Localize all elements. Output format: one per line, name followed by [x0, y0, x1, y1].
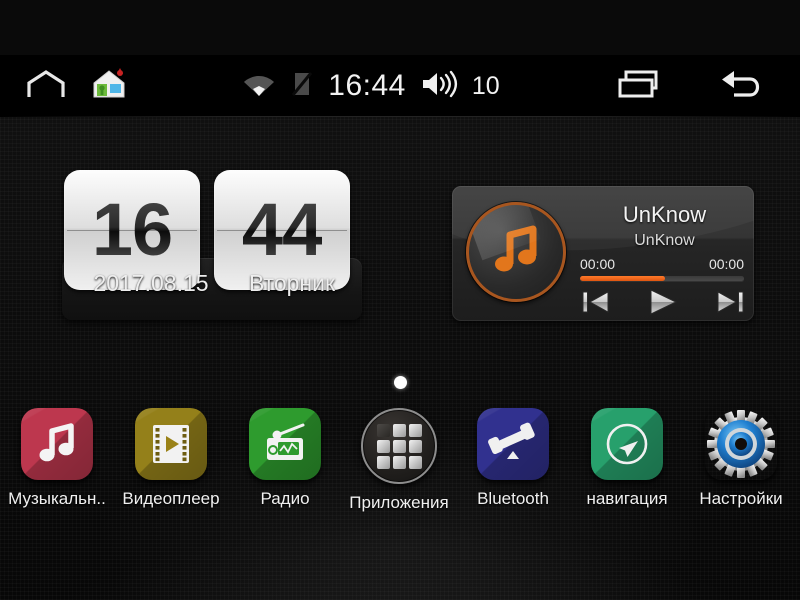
track-artist: UnKnow [634, 232, 695, 249]
track-title: UnKnow [622, 202, 707, 227]
app-label: навигация [586, 489, 668, 508]
clock-hours: 16 [91, 188, 173, 271]
app-navigation[interactable]: навигация [570, 408, 684, 509]
grid-cell [392, 439, 406, 453]
page-indicator [0, 376, 800, 389]
app-label: Видеоплеер [122, 489, 220, 508]
app-label: Настройки [699, 489, 783, 508]
settings-gear-icon[interactable] [705, 408, 777, 480]
back-icon[interactable] [714, 67, 766, 106]
clock-date: 2017.08.15 [93, 270, 209, 296]
radio-icon[interactable] [249, 408, 321, 480]
drawer-grid [376, 423, 422, 469]
previous-track-icon[interactable] [578, 288, 614, 316]
signal-off-icon [290, 69, 314, 104]
home-outline-icon[interactable] [26, 69, 66, 104]
app-drawer[interactable]: Приложения [342, 408, 456, 513]
grid-cell [376, 423, 390, 437]
media-player-widget[interactable]: UnKnow UnKnow 00:00 00:00 [452, 186, 754, 321]
grid-cell [376, 455, 390, 469]
clock-minutes: 44 [241, 188, 323, 271]
volume-level: 10 [471, 71, 500, 100]
app-settings[interactable]: Настройки [684, 408, 798, 509]
house-app-icon[interactable] [92, 67, 126, 105]
app-music[interactable]: Музыкальн.. [0, 408, 114, 509]
elapsed-time: 00:00 [580, 256, 616, 272]
grid-cell [392, 423, 406, 437]
flip-clock-widget[interactable]: 16 44 2017.08.15 Вторник [62, 170, 362, 320]
status-bar-left [0, 67, 126, 105]
album-art [466, 202, 566, 302]
app-drawer-icon[interactable] [361, 408, 437, 484]
total-time: 00:00 [708, 256, 744, 272]
home-screen: 16:44 10 16 44 2017.08.15 Вторник UnKnow… [0, 0, 800, 600]
volume-icon[interactable] [420, 69, 458, 104]
media-controls [578, 286, 748, 318]
phone-handset-icon[interactable] [477, 408, 549, 480]
grid-cell [408, 455, 422, 469]
app-shortcut-row: Музыкальн.. Видеоплеер Радио Приложения … [0, 408, 800, 528]
status-clock: 16:44 [328, 69, 406, 102]
grid-cell [376, 439, 390, 453]
app-label: Музыкальн.. [8, 489, 106, 508]
app-video-player[interactable]: Видеоплеер [114, 408, 228, 509]
app-radio[interactable]: Радио [228, 408, 342, 509]
wifi-icon [242, 69, 276, 104]
music-app-icon[interactable] [21, 408, 93, 480]
next-track-icon[interactable] [712, 288, 748, 316]
app-label: Радио [260, 489, 310, 508]
progress-fill [580, 276, 666, 281]
clock-weekday: Вторник [248, 270, 336, 296]
grid-cell [392, 455, 406, 469]
progress-bar[interactable] [580, 276, 744, 281]
app-label: Bluetooth [477, 489, 549, 508]
page-dot-active[interactable] [393, 376, 407, 389]
status-bar-right [616, 67, 800, 106]
play-icon[interactable] [645, 288, 681, 316]
status-bar: 16:44 10 [0, 55, 800, 117]
navigation-arrow-icon[interactable] [591, 408, 663, 480]
app-label: Приложения [349, 493, 449, 512]
status-bar-center: 16:44 10 [126, 69, 616, 104]
video-player-icon[interactable] [135, 408, 207, 480]
recents-icon[interactable] [616, 68, 662, 105]
app-bluetooth[interactable]: Bluetooth [456, 408, 570, 509]
grid-cell [408, 439, 422, 453]
grid-cell [408, 423, 422, 437]
